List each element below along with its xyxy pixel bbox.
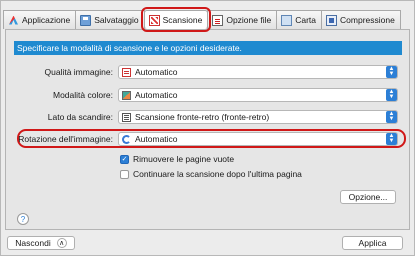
color-mode-icon xyxy=(122,90,131,100)
tab-label: Compressione xyxy=(340,15,395,25)
hide-button[interactable]: Nascondi ∧ xyxy=(7,236,75,250)
continue-scan-label: Continuare la scansione dopo l'ultima pa… xyxy=(133,169,302,179)
tab-label: Carta xyxy=(295,15,317,25)
rotation-value: Automatico xyxy=(135,134,178,144)
file-option-icon xyxy=(212,14,224,26)
tab-salvataggio[interactable]: Salvataggio xyxy=(75,10,145,29)
scan-icon xyxy=(148,14,160,26)
quality-value: Automatico xyxy=(135,67,178,77)
settings-window: Applicazione Salvataggio Scansione Opzio… xyxy=(0,0,415,256)
scan-side-value: Scansione fronte-retro (fronte-retro) xyxy=(135,112,270,122)
remove-blank-pages-label: Rimuovere le pagine vuote xyxy=(133,154,235,164)
paper-icon xyxy=(281,14,293,26)
option-button[interactable]: Opzione... xyxy=(340,190,396,204)
scan-side-select[interactable]: Scansione fronte-retro (fronte-retro) ▲ ▼ xyxy=(118,110,398,124)
continue-scan-checkbox[interactable] xyxy=(120,169,129,179)
hide-label: Nascondi xyxy=(15,238,51,248)
tab-bar: Applicazione Salvataggio Scansione Opzio… xyxy=(3,7,401,32)
color-mode-label: Modalità colore: xyxy=(52,90,113,100)
save-icon xyxy=(80,14,92,26)
scan-side-label: Lato da scandire: xyxy=(47,112,113,122)
instruction-banner: Specificare la modalità di scansione e l… xyxy=(14,41,402,55)
chevron-updown-icon: ▲ ▼ xyxy=(386,89,397,101)
quality-icon xyxy=(122,67,131,77)
scan-settings-panel: Specificare la modalità di scansione e l… xyxy=(5,29,410,230)
chevron-updown-icon: ▲ ▼ xyxy=(386,133,397,145)
application-icon xyxy=(8,15,19,26)
apply-button[interactable]: Applica xyxy=(342,236,403,250)
rotate-icon xyxy=(122,134,131,144)
tab-carta[interactable]: Carta xyxy=(276,10,323,29)
tab-label: Opzione file xyxy=(226,15,272,25)
tab-compressione[interactable]: Compressione xyxy=(321,10,401,29)
tab-label: Salvataggio xyxy=(94,15,139,25)
color-mode-value: Automatico xyxy=(135,90,178,100)
help-button[interactable]: ? xyxy=(17,213,29,225)
duplex-icon xyxy=(122,112,131,122)
color-mode-select[interactable]: Automatico ▲ ▼ xyxy=(118,88,398,102)
compression-icon xyxy=(326,14,338,26)
remove-blank-pages-checkbox[interactable]: ✓ xyxy=(120,154,129,164)
chevron-updown-icon: ▲ ▼ xyxy=(386,66,397,78)
quality-select[interactable]: Automatico ▲ ▼ xyxy=(118,65,398,79)
tab-label: Scansione xyxy=(162,15,203,25)
chevron-up-icon: ∧ xyxy=(56,238,67,248)
tab-opzione-file[interactable]: Opzione file xyxy=(207,10,278,29)
rotation-label: Rotazione dell'immagine: xyxy=(18,134,113,144)
chevron-updown-icon: ▲ ▼ xyxy=(386,111,397,123)
tab-applicazione[interactable]: Applicazione xyxy=(3,10,77,29)
continue-scan-option[interactable]: Continuare la scansione dopo l'ultima pa… xyxy=(120,169,302,179)
rotation-select[interactable]: Automatico ▲ ▼ xyxy=(118,132,398,146)
tab-scansione[interactable]: Scansione xyxy=(140,7,212,32)
quality-label: Qualità immagine: xyxy=(44,67,113,77)
tab-label: Applicazione xyxy=(22,15,71,25)
remove-blank-pages-option[interactable]: ✓ Rimuovere le pagine vuote xyxy=(120,154,234,164)
